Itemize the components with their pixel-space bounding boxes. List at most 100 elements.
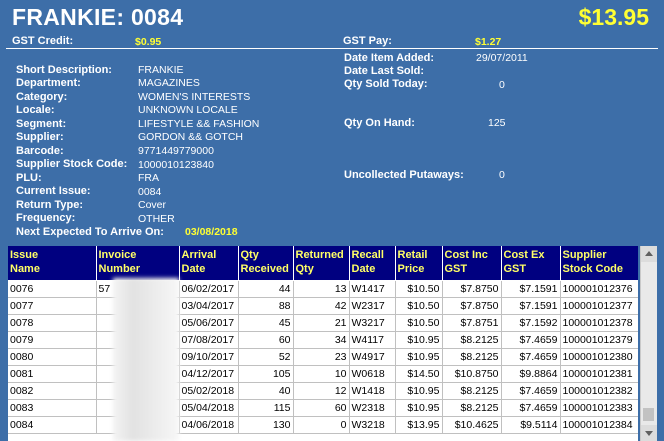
plu-label: PLU:	[16, 172, 42, 184]
barcode-value: 9771449779000	[138, 145, 214, 157]
table-cell: 05/04/2018	[179, 399, 239, 417]
table-cell: 42	[293, 297, 350, 315]
table-cell: 44	[238, 280, 294, 298]
header-divider	[6, 48, 658, 49]
table-cell: 09/10/2017	[179, 348, 239, 366]
table-cell: $10.4625	[442, 416, 502, 434]
table-cell: 88	[238, 297, 294, 315]
table-cell: 52	[238, 348, 294, 366]
table-cell: 100001012378	[560, 314, 638, 332]
table-cell: $13.95	[395, 416, 443, 434]
column-header[interactable]: Returned Qty	[293, 246, 350, 281]
qty-on-hand-value: 125	[488, 117, 506, 129]
date-added-label: Date Item Added:	[344, 52, 435, 64]
supplier-value: GORDON && GOTCH	[138, 131, 244, 143]
item-title: FRANKIE: 0084	[12, 4, 184, 30]
table-cell: W4917	[349, 348, 396, 366]
gst-pay-value: $1.27	[475, 36, 502, 48]
current-issue-label: Current Issue:	[16, 185, 91, 197]
column-header[interactable]: Qty Received	[238, 246, 294, 281]
table-cell: 45	[238, 314, 294, 332]
column-header[interactable]: Issue Name	[8, 246, 97, 281]
table-cell: $7.4659	[501, 399, 561, 417]
department-value: MAGAZINES	[138, 77, 200, 89]
plu-value: FRA	[138, 172, 159, 184]
table-row[interactable]: 0077 03/04/2017 88 42 W2317 $10.50 $7.8750 $7.1…	[8, 297, 638, 315]
table-cell: $9.5114	[501, 416, 561, 434]
column-header[interactable]: Retail Price	[395, 246, 443, 281]
department-label: Department:	[16, 77, 81, 89]
grid-header-row: Issue Name Invoice Number Arrival Date Qty Rece…	[8, 246, 638, 281]
table-cell: 05/06/2017	[179, 314, 239, 332]
table-row[interactable]: 0080 09/10/2017 52 23 W4917 $10.95 $8.2125 $7.4…	[8, 348, 638, 366]
frequency-label: Frequency:	[16, 212, 76, 224]
qty-sold-today-value: 0	[499, 79, 505, 91]
table-cell: $7.4659	[501, 348, 561, 366]
scroll-down-arrow-icon[interactable]	[641, 425, 657, 441]
table-cell: 05/02/2018	[179, 382, 239, 400]
table-row[interactable]: 0079 07/08/2017 60 34 W4117 $10.95 $8.2125 $7.4…	[8, 331, 638, 349]
supplier-label: Supplier:	[16, 131, 64, 143]
table-cell: W1418	[349, 382, 396, 400]
scroll-up-arrow-icon[interactable]	[641, 246, 657, 262]
table-cell: 115	[238, 399, 294, 417]
table-cell: $10.95	[395, 348, 443, 366]
short-description-value: FRANKIE	[138, 64, 184, 76]
short-description-label: Short Description:	[16, 64, 112, 76]
supplier-stock-code-label: Supplier Stock Code:	[16, 158, 128, 170]
item-price: $13.95	[578, 4, 649, 30]
table-cell: W2317	[349, 297, 396, 315]
gst-credit-value: $0.95	[135, 36, 162, 48]
table-cell: 0084	[8, 416, 97, 434]
table-cell: $7.4659	[501, 382, 561, 400]
table-cell: $9.8864	[501, 365, 561, 383]
table-cell: 100001012381	[560, 365, 638, 383]
return-type-label: Return Type:	[16, 199, 84, 211]
uncollected-putaways-label: Uncollected Putaways:	[344, 169, 464, 181]
locale-value: UNKNOWN LOCALE	[138, 104, 238, 116]
table-row[interactable]: 0078 05/06/2017 45 21 W3217 $10.50 $7.8751 $7.1…	[8, 314, 638, 332]
table-cell: W4117	[349, 331, 396, 349]
segment-value: LIFESTYLE && FASHION	[138, 118, 260, 130]
table-cell: 0	[293, 416, 350, 434]
table-cell: 0078	[8, 314, 97, 332]
table-cell: 0076	[8, 280, 97, 298]
column-header[interactable]: Invoice Number	[96, 246, 180, 281]
column-header[interactable]: Cost Inc GST	[442, 246, 502, 281]
category-label: Category:	[16, 91, 68, 103]
table-cell: $7.1591	[501, 280, 561, 298]
table-cell: 100001012383	[560, 399, 638, 417]
table-cell: 10	[293, 365, 350, 383]
table-cell: $10.95	[395, 399, 443, 417]
date-last-sold-label: Date Last Sold:	[344, 65, 425, 77]
grid-vertical-scrollbar[interactable]	[640, 246, 657, 441]
table-row[interactable]: 0081 04/12/2017 105 10 W0618 $14.50 $10.8750 $9…	[8, 365, 638, 383]
column-header[interactable]: Recall Date	[349, 246, 396, 281]
table-row[interactable]: 0083 05/04/2018 115 60 W2318 $10.95 $8.2125 $7.…	[8, 399, 638, 417]
column-header[interactable]: Arrival Date	[179, 246, 239, 281]
column-header[interactable]: Supplier Stock Code	[560, 246, 638, 281]
column-header[interactable]: Cost Ex GST	[501, 246, 561, 281]
date-added-value: 29/07/2011	[476, 52, 528, 64]
table-cell: 0082	[8, 382, 97, 400]
table-cell: $7.8751	[442, 314, 502, 332]
frequency-value: OTHER	[138, 213, 175, 225]
next-expected-value: 03/08/2018	[185, 226, 238, 238]
issues-grid[interactable]: Issue Name Invoice Number Arrival Date Qty Rece…	[8, 246, 638, 441]
table-row[interactable]: 0076 57 06/02/2017 44 13 W1417 $10.50 $7.8750 $7…	[8, 280, 638, 298]
table-row[interactable]: 0082 05/02/2018 40 12 W1418 $10.95 $8.2125 $7.4…	[8, 382, 638, 400]
barcode-label: Barcode:	[16, 145, 64, 157]
table-cell: 0080	[8, 348, 97, 366]
table-cell: $8.2125	[442, 399, 502, 417]
table-cell: $8.2125	[442, 331, 502, 349]
table-cell: $7.1592	[501, 314, 561, 332]
table-cell: $10.50	[395, 280, 443, 298]
uncollected-putaways-value: 0	[499, 169, 505, 181]
issues-table: Issue Name Invoice Number Arrival Date Qty Rece…	[8, 246, 638, 434]
table-cell: $7.8750	[442, 297, 502, 315]
table-cell: W2318	[349, 399, 396, 417]
table-cell: 100001012382	[560, 382, 638, 400]
table-row[interactable]: 0084 04/06/2018 130 0 W3218 $13.95 $10.4625 $9.…	[8, 416, 638, 434]
gst-pay-label: GST Pay:	[343, 35, 392, 47]
scroll-thumb[interactable]	[643, 408, 654, 421]
